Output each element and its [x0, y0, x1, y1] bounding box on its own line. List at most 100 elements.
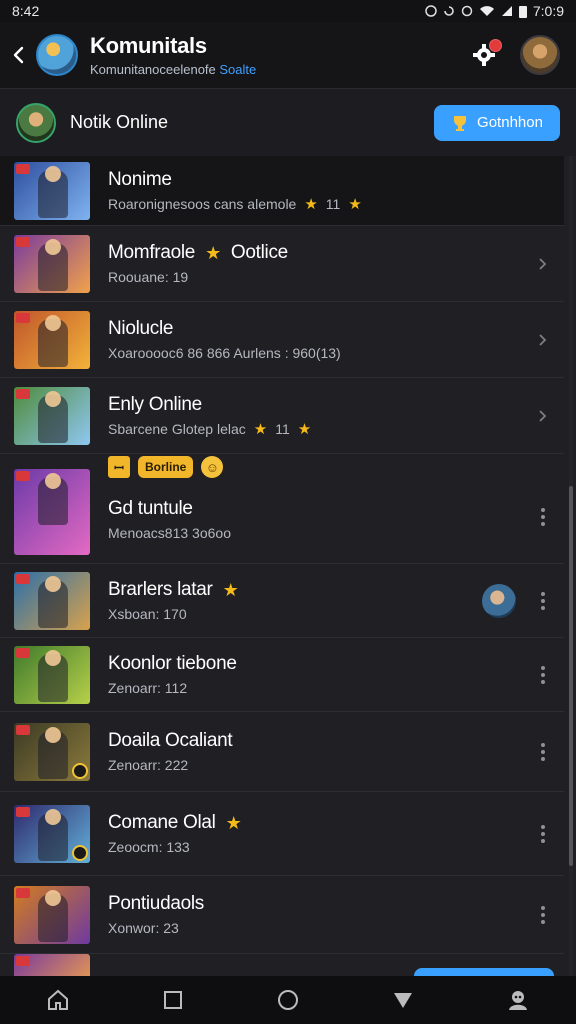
community-avatar[interactable] [36, 34, 78, 76]
row-text: Momfraole ★ Ootlice Roouane: 19 [108, 242, 528, 285]
list-item[interactable]: Doaila Ocaliant Zenoarr: 222 [0, 712, 564, 792]
row-title: Niolucle [108, 318, 174, 339]
more-dot [541, 591, 545, 596]
row-title: Pontiudaols [108, 893, 204, 914]
more-dot [541, 919, 545, 924]
profile-avatar[interactable] [520, 35, 560, 75]
online-action-button[interactable]: Gotnhhon [434, 104, 560, 141]
back-button[interactable] [2, 22, 36, 88]
list-item[interactable]: Enly Online Sbarcene Glotep lelac ★ 11 ★ [0, 378, 564, 454]
game-thumbnail[interactable] [14, 953, 90, 976]
triangle-down-icon [394, 993, 413, 1008]
game-thumbnail[interactable] [14, 571, 90, 630]
row-name: Comane Olal ★ [108, 812, 528, 834]
game-thumbnail[interactable] [14, 161, 90, 220]
character-head [45, 808, 61, 825]
status-icons: 7:0:9 [425, 3, 564, 19]
row-name: Enly Online [108, 394, 528, 416]
row-text: Brarlers latar ★ Xsboan: 170 [108, 579, 482, 622]
row-subtitle: Sbarcene Glotep lelac ★ 11 ★ [108, 421, 528, 437]
status-chip[interactable]: Borline [138, 456, 194, 478]
list-item[interactable]: Nonime Roaronignesoos cans alemole ★ 11 ★ [0, 156, 564, 226]
row-chevron[interactable] [528, 257, 558, 270]
more-options-button[interactable] [528, 822, 558, 846]
more-options-button[interactable] [528, 663, 558, 687]
chevron-right-icon [539, 333, 547, 346]
character-head [45, 473, 61, 489]
game-thumbnail[interactable] [14, 310, 90, 369]
thumbnail-tag [16, 887, 30, 898]
nav-home[interactable] [36, 978, 80, 1022]
list-item[interactable]: ꟷ Borline ☺ Gd tuntule Menoacs813 3o6oo [0, 454, 564, 564]
list-item[interactable]: Brarlers latar ★ Xsboan: 170 [0, 564, 564, 638]
game-thumbnail[interactable] [14, 234, 90, 293]
more-options-button[interactable] [528, 505, 558, 529]
nav-circle[interactable] [266, 978, 310, 1022]
row-subtitle-text: Roouane: 19 [108, 269, 189, 285]
more-dot [541, 522, 545, 526]
list-item[interactable]: Comane Olal ★ Zeoocm: 133 [0, 792, 564, 876]
row-chevron[interactable] [528, 409, 558, 422]
game-thumbnail[interactable] [14, 469, 90, 555]
wifi-icon [479, 6, 494, 16]
row-name: Pontiudaols [108, 893, 528, 915]
list-item[interactable]: Koonlor tiebone Zenoarr: 112 [0, 638, 564, 712]
more-options-button[interactable] [528, 589, 558, 613]
more-dot [541, 605, 545, 610]
game-thumbnail[interactable] [14, 885, 90, 944]
list-item[interactable]: Pontiudaols Xonwor: 23 [0, 876, 564, 954]
battery-icon [518, 5, 527, 18]
game-thumbnail[interactable] [14, 386, 90, 445]
settings-button[interactable] [468, 39, 502, 71]
character-head [45, 575, 61, 592]
row-subtitle-text: Xonwor: 23 [108, 920, 179, 936]
list-item-partial[interactable] [0, 953, 564, 976]
status-time: 8:42 [12, 3, 40, 19]
game-thumbnail[interactable] [14, 722, 90, 781]
more-dot [541, 665, 545, 670]
status-bar: 8:42 7:0:9 [0, 0, 576, 22]
row-subtitle-text: Zenoarr: 222 [108, 757, 189, 773]
row-name: Doaila Ocaliant [108, 730, 528, 752]
row-name: Gd tuntule [108, 498, 528, 520]
row-title: Momfraole [108, 242, 196, 263]
more-options-button[interactable] [528, 903, 558, 927]
row-chevron[interactable] [528, 333, 558, 346]
more-options-button[interactable] [528, 740, 558, 764]
partial-action-button[interactable] [414, 968, 554, 976]
home-icon [47, 989, 68, 1010]
nav-triangle[interactable] [381, 978, 425, 1022]
row-text: Gd tuntule Menoacs813 3o6oo [108, 498, 528, 541]
nav-square[interactable] [151, 978, 195, 1022]
row-text: Niolucle Xoarooooc6 86 866 Aurlens : 960(… [108, 318, 528, 361]
more-dot [541, 515, 545, 519]
bottom-nav [0, 976, 576, 1024]
more-dot [541, 831, 545, 836]
thumbnail-tag [16, 236, 30, 247]
row-subtitle: Xsboan: 170 [108, 606, 482, 622]
member-avatar[interactable] [482, 583, 516, 618]
list-item[interactable]: Momfraole ★ Ootlice Roouane: 19 [0, 226, 564, 302]
thumbnail-tag [16, 724, 30, 735]
circle-icon [277, 990, 298, 1010]
online-avatar[interactable] [16, 102, 56, 143]
row-subtitle: Xoarooooc6 86 866 Aurlens : 960(13) [108, 345, 528, 361]
thumbnail-tag [16, 163, 30, 174]
character-head [45, 390, 61, 407]
row-name: Nonime [108, 169, 528, 191]
star-icon: ★ [297, 420, 312, 438]
row-name: Niolucle [108, 318, 528, 340]
row-title: Enly Online [108, 394, 202, 415]
row-subtitle-text: Roaronignesoos cans alemole [108, 196, 297, 212]
more-dot [541, 905, 545, 910]
star-icon: ★ [348, 195, 362, 213]
game-thumbnail[interactable] [14, 804, 90, 863]
scrollbar[interactable] [569, 156, 573, 976]
game-thumbnail[interactable] [14, 645, 90, 704]
list-item[interactable]: Niolucle Xoarooooc6 86 866 Aurlens : 960(… [0, 302, 564, 378]
online-button-label: Gotnhhon [477, 114, 543, 131]
row-title: Gd tuntule [108, 498, 193, 519]
scrollbar-thumb[interactable] [569, 486, 573, 866]
nav-profile[interactable] [496, 978, 540, 1022]
row-name: Momfraole ★ Ootlice [108, 242, 528, 264]
